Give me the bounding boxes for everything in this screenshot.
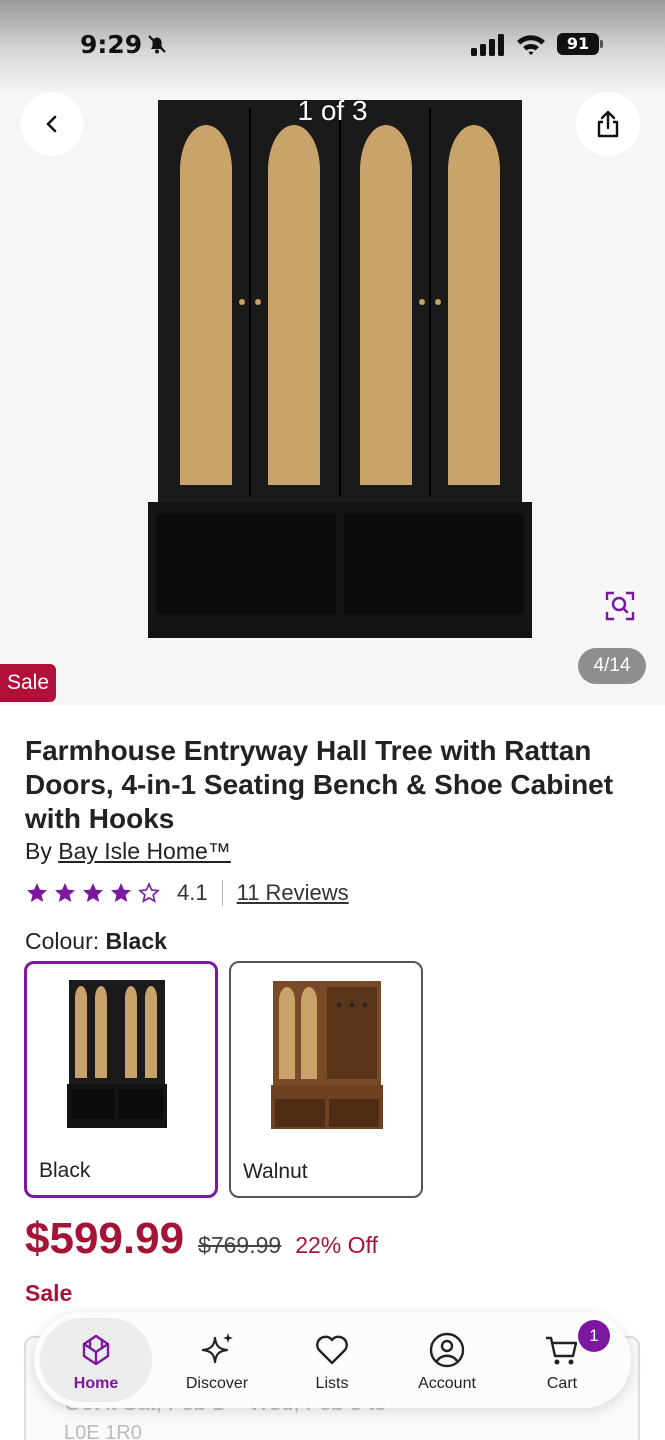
price-was: $769.99 (198, 1232, 282, 1258)
reviews-link[interactable]: 11 Reviews (237, 880, 349, 906)
swatch-black-label: Black (39, 1159, 91, 1182)
bottom-nav: Home Discover Lists Account 1 Cart (34, 1312, 631, 1408)
home-icon (82, 1334, 110, 1366)
nav-cart[interactable]: 1 Cart (506, 1318, 618, 1402)
sale-label: Sale (25, 1280, 73, 1306)
colour-label: Colour: Black (25, 928, 167, 955)
brand-prefix: By (25, 838, 52, 864)
star-rating (25, 881, 161, 905)
delivery-postal-code: L0E 1R0 (64, 1422, 142, 1440)
bell-slash-icon (148, 35, 166, 54)
product-title: Farmhouse Entryway Hall Tree with Rattan… (25, 735, 614, 834)
colour-label-text: Colour: (25, 928, 100, 954)
cart-icon (546, 1336, 578, 1365)
cellular-signal-icon (471, 34, 504, 56)
price-row: $599.99 $769.99 22% Off (25, 1214, 378, 1264)
rating-value: 4.1 (177, 880, 208, 905)
star-empty-icon (138, 882, 160, 903)
nav-lists[interactable]: Lists (276, 1318, 388, 1402)
swatch-walnut-image (271, 981, 383, 1129)
rating-row[interactable]: 4.1 11 Reviews (25, 878, 349, 908)
discount-percent: 22% Off (295, 1232, 378, 1258)
selected-colour: Black (105, 928, 167, 954)
status-bar: 9:29 91 (0, 0, 665, 95)
account-icon (429, 1332, 465, 1368)
nav-cart-label: Cart (546, 1375, 578, 1392)
star-filled-icon (83, 883, 103, 902)
cart-count-badge: 1 (578, 1320, 610, 1352)
swatch-walnut-label: Walnut (243, 1160, 308, 1183)
star-filled-icon (111, 883, 131, 902)
wifi-icon (517, 35, 545, 55)
nav-discover-label: Discover (185, 1375, 249, 1392)
nav-home-label: Home (73, 1375, 119, 1392)
battery-level: 91 (557, 33, 599, 55)
swatch-black[interactable]: Black (24, 961, 218, 1198)
price-current: $599.99 (25, 1214, 185, 1263)
swatch-walnut[interactable]: Walnut (229, 961, 423, 1198)
sale-tag: Sale (0, 664, 56, 702)
nav-lists-label: Lists (315, 1375, 349, 1392)
star-filled-icon (55, 883, 75, 902)
brand-line: By Bay Isle Home™ (25, 838, 231, 865)
star-filled-icon (27, 883, 47, 902)
sparkle-icon (201, 1333, 233, 1364)
battery-icon: 91 (557, 33, 603, 55)
nav-discover[interactable]: Discover (161, 1318, 273, 1402)
rating-divider (221, 880, 223, 906)
product-image[interactable] (148, 100, 532, 638)
brand-link[interactable]: Bay Isle Home™ (58, 838, 231, 864)
nav-account[interactable]: Account (391, 1318, 503, 1402)
nav-account-label: Account (418, 1375, 476, 1392)
heart-icon (316, 1335, 348, 1365)
image-counter: 1 of 3 (297, 95, 368, 126)
visual-search-icon (605, 591, 635, 621)
visual-search-button[interactable] (600, 586, 640, 626)
nav-home[interactable]: Home (40, 1318, 152, 1402)
status-time: 9:29 (80, 30, 143, 59)
swatch-black-image (67, 980, 167, 1128)
image-page-indicator: 4/14 (578, 648, 646, 684)
